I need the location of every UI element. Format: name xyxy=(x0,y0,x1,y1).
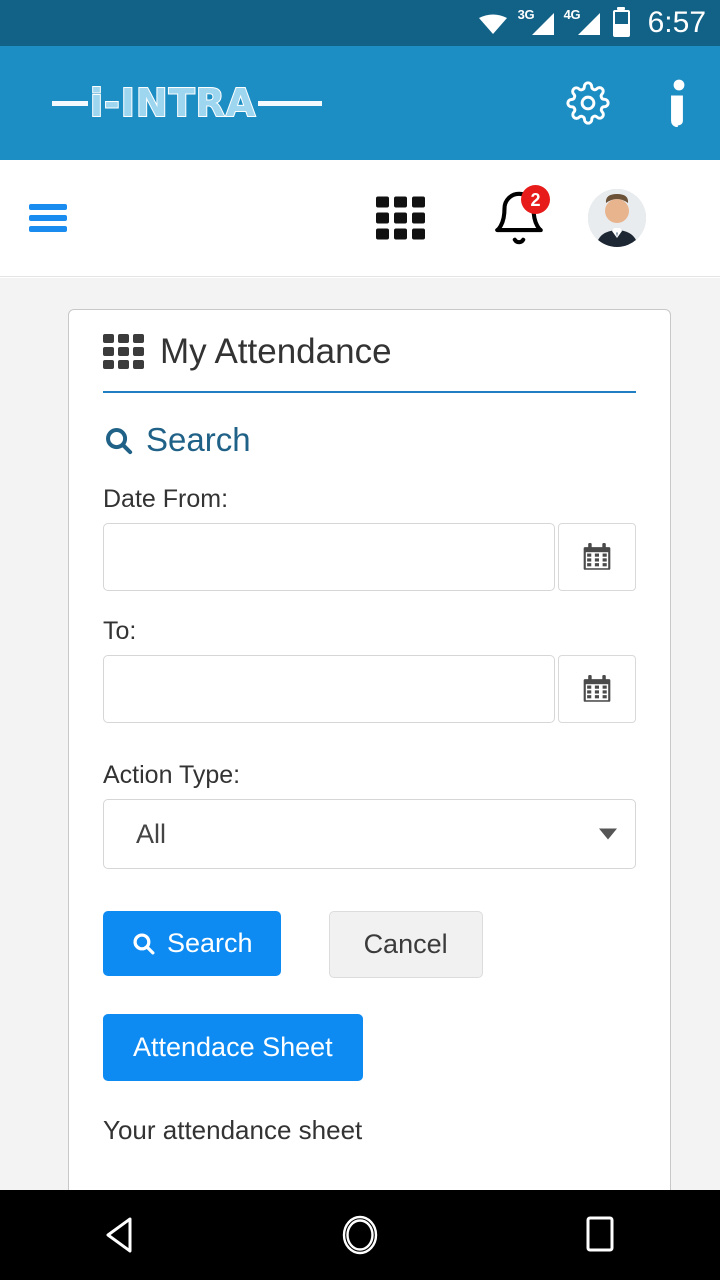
signal-4g-bars xyxy=(577,13,600,35)
top-navigation-bar: 2 xyxy=(0,160,720,277)
my-attendance-card: My Attendance Search Date From: To: Acti… xyxy=(68,309,671,1190)
grid-cell xyxy=(103,360,114,369)
grid-cell xyxy=(412,196,425,208)
hamburger-line xyxy=(29,204,67,210)
hamburger-menu-icon[interactable] xyxy=(29,199,67,237)
gear-icon[interactable] xyxy=(566,81,610,125)
action-type-field: Action Type: All xyxy=(103,761,636,869)
status-bar-icons: 3G 4G 6:57 xyxy=(478,6,706,39)
grid-cell xyxy=(118,334,129,343)
wifi-icon xyxy=(478,12,508,34)
status-bar: 3G 4G 6:57 xyxy=(0,0,720,46)
grid-cell xyxy=(376,228,389,240)
date-to-calendar-button[interactable] xyxy=(558,655,636,723)
action-type-label: Action Type: xyxy=(103,761,241,789)
grid-cell xyxy=(133,347,144,356)
date-to-field: To: xyxy=(103,617,636,723)
logo-text: i-INTRA xyxy=(89,81,257,125)
app-brand-bar: i-INTRA xyxy=(0,46,720,160)
grid-cell xyxy=(376,212,389,224)
hamburger-line xyxy=(29,215,67,221)
signal-3g-bars xyxy=(531,13,554,35)
chevron-down-icon xyxy=(599,828,617,840)
logo-line-right xyxy=(258,100,323,106)
grid-cell xyxy=(394,212,407,224)
grid-cell xyxy=(133,334,144,343)
signal-3g-icon: 3G xyxy=(518,7,554,37)
android-home-button[interactable] xyxy=(300,1211,420,1259)
date-from-input-row xyxy=(103,523,636,591)
date-from-field: Date From: xyxy=(103,485,636,591)
card-footer-text: Your attendance sheet xyxy=(103,1115,363,1145)
grid-cell xyxy=(376,196,389,208)
grid-cell xyxy=(133,360,144,369)
android-back-button[interactable] xyxy=(60,1213,180,1257)
user-avatar[interactable] xyxy=(588,189,646,247)
attendance-sheet-button-label: Attendace Sheet xyxy=(133,1032,333,1062)
date-to-input-row xyxy=(103,655,636,723)
info-icon[interactable] xyxy=(668,79,690,127)
cancel-button[interactable]: Cancel xyxy=(328,911,483,978)
search-section-label: Search xyxy=(146,421,251,458)
back-triangle-icon xyxy=(100,1213,140,1257)
logo-line-left xyxy=(52,100,88,106)
apps-grid-icon xyxy=(103,334,144,369)
search-section-header: Search xyxy=(103,421,636,459)
calendar-icon xyxy=(581,673,613,705)
date-from-calendar-button[interactable] xyxy=(558,523,636,591)
android-navigation-bar xyxy=(0,1190,720,1280)
grid-cell xyxy=(412,212,425,224)
date-to-label: To: xyxy=(103,617,137,645)
home-circle-icon xyxy=(336,1211,384,1259)
battery-icon xyxy=(612,9,630,37)
grid-cell xyxy=(118,347,129,356)
form-action-buttons: Search Cancel xyxy=(103,911,636,978)
cancel-button-label: Cancel xyxy=(363,929,448,959)
grid-cell xyxy=(394,196,407,208)
grid-cell xyxy=(394,228,407,240)
grid-cell xyxy=(118,360,129,369)
brand-bar-actions xyxy=(566,79,690,127)
date-to-input[interactable] xyxy=(103,655,555,723)
search-icon xyxy=(131,931,156,956)
date-from-label: Date From: xyxy=(103,485,229,513)
action-type-selected-value: All xyxy=(136,818,167,849)
search-icon xyxy=(103,425,134,456)
grid-cell xyxy=(412,228,425,240)
phone-screen: 3G 4G 6:57 i-INTRA 2 My Attendance Searc… xyxy=(0,0,720,1280)
notifications-button[interactable]: 2 xyxy=(490,185,550,247)
date-from-input[interactable] xyxy=(103,523,555,591)
apps-grid-icon[interactable] xyxy=(376,196,425,240)
signal-4g-icon: 4G xyxy=(564,7,600,37)
recents-square-icon xyxy=(582,1213,618,1257)
search-button-label: Search xyxy=(167,928,253,958)
notification-count-badge: 2 xyxy=(521,185,550,214)
app-logo: i-INTRA xyxy=(52,81,323,125)
action-type-select[interactable]: All xyxy=(103,799,636,869)
status-bar-clock: 6:57 xyxy=(647,6,706,39)
android-recents-button[interactable] xyxy=(540,1213,660,1257)
page-body: My Attendance Search Date From: To: Acti… xyxy=(0,278,720,1190)
calendar-icon xyxy=(581,541,613,573)
search-button[interactable]: Search xyxy=(103,911,281,976)
grid-cell xyxy=(103,347,114,356)
attendance-sheet-button[interactable]: Attendace Sheet xyxy=(103,1014,363,1081)
hamburger-line xyxy=(29,226,67,232)
grid-cell xyxy=(103,334,114,343)
card-header: My Attendance xyxy=(103,334,636,393)
page-title: My Attendance xyxy=(160,332,392,371)
